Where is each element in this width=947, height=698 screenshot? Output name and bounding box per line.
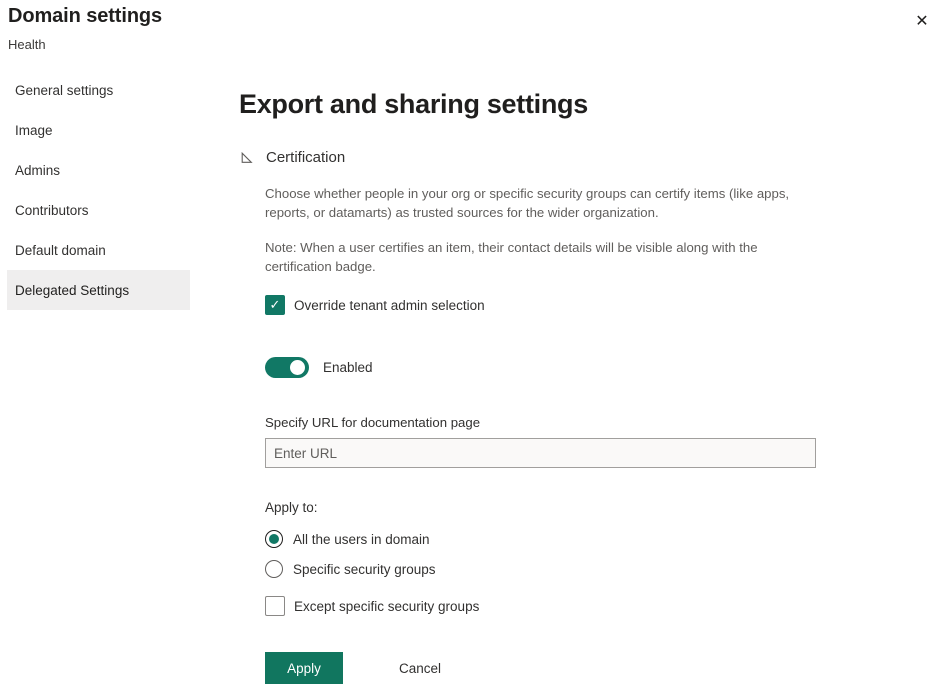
collapse-triangle-icon[interactable] [239, 150, 255, 166]
sidebar-item-admins[interactable]: Admins [7, 150, 190, 190]
override-tenant-admin-selection-checkbox[interactable]: ✓ [265, 295, 285, 315]
content-heading: Export and sharing settings [239, 86, 879, 122]
toggle-knob [290, 360, 305, 375]
sidebar-item-general-settings[interactable]: General settings [7, 70, 190, 110]
sidebar-item-image[interactable]: Image [7, 110, 190, 150]
close-icon: ✕ [915, 13, 928, 29]
checkmark-icon: ✓ [270, 299, 281, 312]
apply-button[interactable]: Apply [265, 652, 343, 684]
apply-to-label: Apply to: [265, 500, 879, 515]
documentation-url-label: Specify URL for documentation page [265, 415, 879, 430]
radio-specific-security-groups-label: Specific security groups [293, 562, 436, 577]
certification-section-body: Choose whether people in your org or spe… [265, 184, 879, 684]
sidebar-item-label: Image [15, 123, 53, 138]
sidebar-item-label: Contributors [15, 203, 89, 218]
documentation-url-field-block: Specify URL for documentation page [265, 415, 879, 468]
certification-description: Choose whether people in your org or spe… [265, 184, 800, 222]
override-tenant-admin-selection-checkbox-row[interactable]: ✓ Override tenant admin selection [265, 295, 879, 315]
radio-specific-security-groups-control[interactable] [265, 560, 283, 578]
documentation-url-input[interactable] [265, 438, 816, 468]
except-specific-security-groups-label: Except specific security groups [294, 599, 479, 614]
enabled-toggle-row[interactable]: Enabled [265, 357, 879, 378]
apply-to-block: Apply to: All the users in domain Specif… [265, 500, 879, 616]
page-title: Domain settings [8, 5, 162, 28]
except-specific-security-groups-row[interactable]: ✓ Except specific security groups [265, 596, 879, 616]
radio-all-users-in-domain[interactable]: All the users in domain [265, 526, 879, 552]
close-button[interactable]: ✕ [905, 4, 939, 38]
override-tenant-admin-selection-label: Override tenant admin selection [294, 298, 485, 313]
panel-header: Domain settings Health ✕ [0, 0, 947, 62]
certification-section-title: Certification [266, 149, 345, 166]
radio-specific-security-groups[interactable]: Specific security groups [265, 556, 879, 582]
settings-sidebar: General settings Image Admins Contributo… [0, 70, 198, 310]
sidebar-item-delegated-settings[interactable]: Delegated Settings [7, 270, 190, 310]
sidebar-item-label: Default domain [15, 243, 106, 258]
cancel-button[interactable]: Cancel [381, 652, 459, 684]
sidebar-item-label: Admins [15, 163, 60, 178]
certification-note: Note: When a user certifies an item, the… [265, 238, 800, 276]
sidebar-item-default-domain[interactable]: Default domain [7, 230, 190, 270]
radio-all-users-in-domain-control[interactable] [265, 530, 283, 548]
sidebar-item-contributors[interactable]: Contributors [7, 190, 190, 230]
radio-dot-icon [269, 534, 279, 544]
action-button-bar: Apply Cancel [265, 652, 879, 684]
main-content: Export and sharing settings Certificatio… [239, 86, 879, 684]
enabled-toggle-label: Enabled [323, 360, 373, 375]
radio-all-users-in-domain-label: All the users in domain [293, 532, 430, 547]
sidebar-item-label: Delegated Settings [15, 283, 129, 298]
sidebar-item-label: General settings [15, 83, 113, 98]
except-specific-security-groups-checkbox[interactable]: ✓ [265, 596, 285, 616]
enabled-toggle[interactable] [265, 357, 309, 378]
certification-section-header[interactable]: Certification [239, 149, 879, 166]
panel-subtitle: Health [8, 37, 46, 52]
